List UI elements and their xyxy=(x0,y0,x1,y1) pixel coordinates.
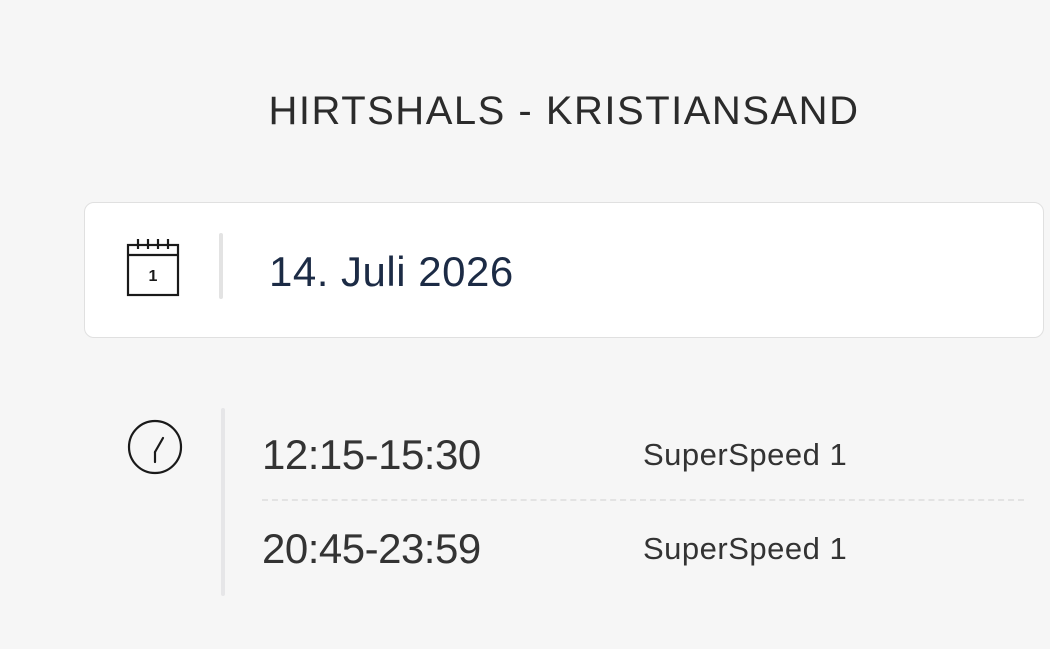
departure-time: 20:45-23:59 xyxy=(262,525,481,572)
departure-vessel: SuperSpeed 1 xyxy=(643,531,848,566)
date-selector[interactable]: 1 14. Juli 2026 xyxy=(84,202,1044,338)
route-title: HIRTSHALS - KRISTIANSAND xyxy=(268,89,860,133)
calendar-icon-day: 1 xyxy=(149,268,158,285)
row-separator xyxy=(262,499,1024,501)
selected-date: 14. Juli 2026 xyxy=(269,248,514,295)
calendar-icon: 1 xyxy=(126,239,180,297)
departures-divider xyxy=(221,408,225,596)
clock-icon xyxy=(127,419,183,475)
departure-row[interactable]: 12:15-15:30 SuperSpeed 1 xyxy=(262,426,1024,486)
departure-row[interactable]: 20:45-23:59 SuperSpeed 1 xyxy=(262,520,1024,580)
departure-vessel: SuperSpeed 1 xyxy=(643,437,848,472)
date-divider xyxy=(219,233,223,299)
departure-time: 12:15-15:30 xyxy=(262,431,481,478)
